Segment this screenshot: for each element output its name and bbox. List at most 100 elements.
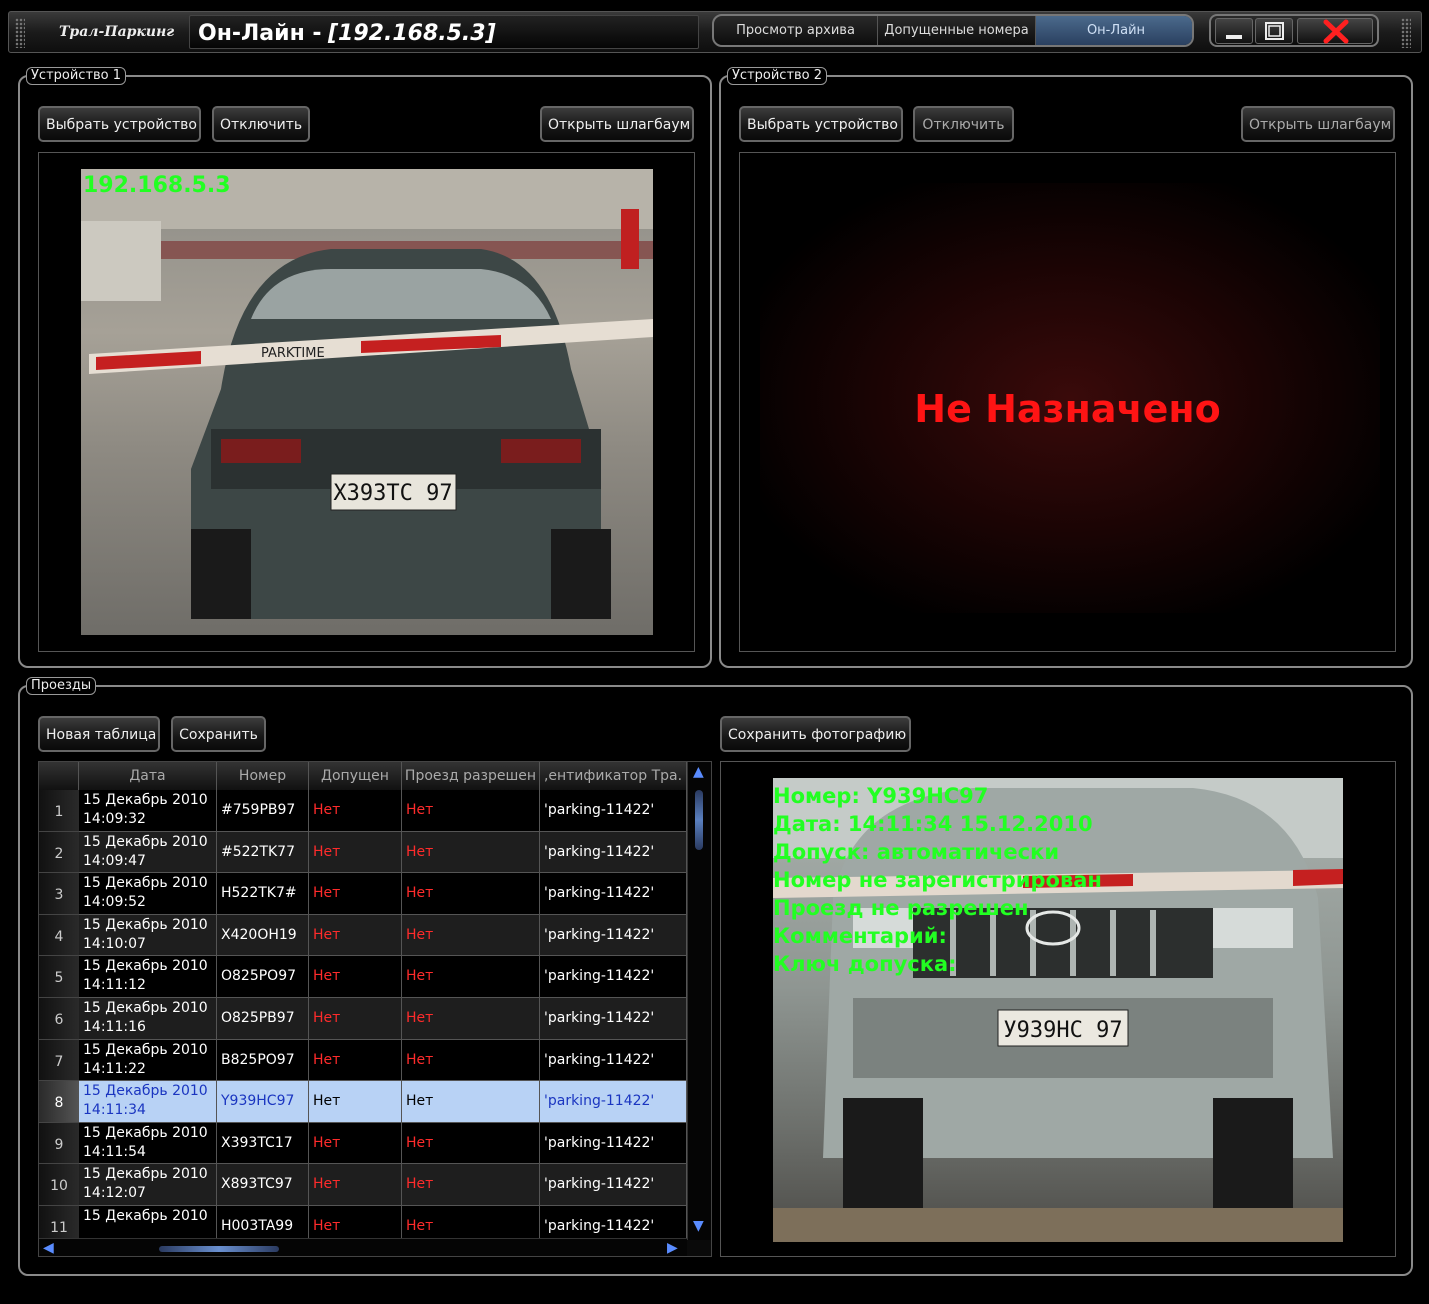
cell-allowed[interactable]: Нет: [309, 998, 402, 1040]
table-row[interactable]: 9 15 Декабрь 2010 14:11:54 X393TC17 Нет Нет'p…: [39, 1122, 687, 1165]
column-header-date[interactable]: Дата: [79, 762, 217, 790]
cell-identifier[interactable]: 'parking-11422': [540, 1164, 687, 1206]
row-number[interactable]: 7: [39, 1039, 79, 1082]
cell-date[interactable]: 15 Декабрь 2010 14:11:16: [79, 998, 217, 1040]
cell-pass-allowed[interactable]: Нет: [402, 956, 540, 998]
cell-identifier[interactable]: 'parking-11422': [540, 831, 687, 874]
drag-grip-icon[interactable]: [15, 18, 25, 48]
close-button[interactable]: [1297, 18, 1373, 44]
device2-disconnect-button[interactable]: Отключить: [913, 106, 1014, 142]
row-number[interactable]: 5: [39, 956, 79, 998]
cell-allowed[interactable]: Нет: [309, 956, 402, 998]
table-row[interactable]: 3 15 Декабрь 2010 14:09:52 H522TK7# Нет Нет'p…: [39, 873, 687, 915]
save-photo-button[interactable]: Сохранить фотографию: [720, 716, 911, 752]
cell-allowed[interactable]: Нет: [309, 873, 402, 915]
cell-plate[interactable]: X893TC97: [217, 1164, 309, 1206]
row-number[interactable]: 8: [39, 1081, 79, 1123]
row-number[interactable]: 4: [39, 914, 79, 957]
cell-identifier[interactable]: 'parking-11422': [540, 1122, 687, 1165]
new-table-button[interactable]: Новая таблица: [38, 716, 160, 752]
minimize-button[interactable]: [1215, 18, 1253, 44]
nav-allowed-plates[interactable]: Допущенные номера: [878, 16, 1036, 45]
column-header-pass-allowed[interactable]: Проезд разрешен: [402, 762, 540, 790]
scroll-up-icon[interactable]: ▲: [693, 764, 704, 780]
nav-archive[interactable]: Просмотр архива: [714, 16, 878, 45]
cell-plate[interactable]: Y939HC97: [217, 1081, 309, 1123]
device1-disconnect-button[interactable]: Отключить: [212, 106, 310, 142]
scroll-right-icon[interactable]: ▶: [667, 1240, 678, 1256]
row-number[interactable]: 9: [39, 1122, 79, 1165]
cell-date[interactable]: 15 Декабрь 2010 14:11:54: [79, 1122, 217, 1165]
row-number[interactable]: 6: [39, 998, 79, 1040]
cell-pass-allowed[interactable]: Нет: [402, 1039, 540, 1082]
table-row[interactable]: 4 15 Декабрь 2010 14:10:07 X420OH19 Нет Нет'p…: [39, 914, 687, 957]
cell-identifier[interactable]: 'parking-11422': [540, 956, 687, 998]
cell-date[interactable]: 15 Декабрь 2010 14:11:22: [79, 1039, 217, 1082]
table-row[interactable]: 6 15 Декабрь 2010 14:11:16 O825PB97 Нет Нет'p…: [39, 998, 687, 1040]
device1-select-button[interactable]: Выбрать устройство: [38, 106, 201, 142]
cell-allowed[interactable]: Нет: [309, 831, 402, 874]
table-row[interactable]: 10 15 Декабрь 2010 14:12:07 X893TC97 Нет Нет '…: [39, 1164, 687, 1206]
cell-plate[interactable]: #522TK77: [217, 831, 309, 874]
scroll-down-icon[interactable]: ▼: [693, 1218, 704, 1234]
row-number[interactable]: 10: [39, 1164, 79, 1206]
cell-pass-allowed[interactable]: Нет: [402, 1081, 540, 1123]
row-number[interactable]: 1: [39, 790, 79, 832]
column-header-allowed[interactable]: Допущен: [309, 762, 402, 790]
cell-pass-allowed[interactable]: Нет: [402, 873, 540, 915]
cell-pass-allowed[interactable]: Нет: [402, 1122, 540, 1165]
cell-date[interactable]: 15 Декабрь 2010 14:11:34: [79, 1081, 217, 1123]
cell-date[interactable]: 15 Декабрь 2010 14:12:07: [79, 1164, 217, 1206]
cell-pass-allowed[interactable]: Нет: [402, 790, 540, 832]
column-header-plate[interactable]: Номер: [217, 762, 309, 790]
device1-open-barrier-button[interactable]: Открыть шлагбаум: [540, 106, 694, 142]
cell-date[interactable]: 15 Декабрь 2010 14:09:52: [79, 873, 217, 915]
cell-identifier[interactable]: 'parking-11422': [540, 1039, 687, 1082]
cell-plate[interactable]: X393TC17: [217, 1122, 309, 1165]
cell-identifier[interactable]: 'parking-11422': [540, 873, 687, 915]
cell-pass-allowed[interactable]: Нет: [402, 998, 540, 1040]
drag-grip-icon[interactable]: [1401, 18, 1411, 48]
save-button[interactable]: Сохранить: [171, 716, 266, 752]
cell-allowed[interactable]: Нет: [309, 1081, 402, 1123]
cell-date[interactable]: 15 Декабрь 2010 14:11:12: [79, 956, 217, 998]
cell-pass-allowed[interactable]: Нет: [402, 831, 540, 874]
table-row[interactable]: 8 15 Декабрь 2010 14:11:34 Y939HC97 Нет Нет'p…: [39, 1081, 687, 1123]
row-number[interactable]: 2: [39, 831, 79, 874]
cell-plate[interactable]: #759PB97: [217, 790, 309, 832]
cell-identifier[interactable]: 'parking-11422': [540, 1081, 687, 1123]
cell-allowed[interactable]: Нет: [309, 1122, 402, 1165]
cell-date[interactable]: 15 Декабрь 2010 14:09:32: [79, 790, 217, 832]
nav-online[interactable]: Он-Лайн: [1036, 16, 1192, 45]
horizontal-scrollbar[interactable]: ◀ ▶: [39, 1238, 687, 1256]
cell-pass-allowed[interactable]: Нет: [402, 914, 540, 957]
cell-allowed[interactable]: Нет: [309, 790, 402, 832]
table-row[interactable]: 1 15 Декабрь 2010 14:09:32 #759PB97 Нет Нет'p…: [39, 790, 687, 832]
cell-plate[interactable]: O825PO97: [217, 956, 309, 998]
device2-open-barrier-button[interactable]: Открыть шлагбаум: [1241, 106, 1395, 142]
cell-allowed[interactable]: Нет: [309, 1164, 402, 1206]
cell-allowed[interactable]: Нет: [309, 1039, 402, 1082]
cell-pass-allowed[interactable]: Нет: [402, 1164, 540, 1206]
vertical-scroll-thumb[interactable]: [695, 790, 703, 850]
cell-plate[interactable]: X420OH19: [217, 914, 309, 957]
table-row[interactable]: 5 15 Декабрь 2010 14:11:12 O825PO97 Нет Нет'p…: [39, 956, 687, 998]
horizontal-scroll-thumb[interactable]: [159, 1246, 279, 1252]
cell-date[interactable]: 15 Декабрь 2010 14:09:47: [79, 831, 217, 874]
column-header-identifier[interactable]: ,ентификатор Тра.: [540, 762, 687, 790]
cell-plate[interactable]: B825PO97: [217, 1039, 309, 1082]
maximize-button[interactable]: [1255, 18, 1293, 44]
cell-identifier[interactable]: 'parking-11422': [540, 790, 687, 832]
cell-allowed[interactable]: Нет: [309, 914, 402, 957]
table-row[interactable]: 7 15 Декабрь 2010 14:11:22 B825PO97 Нет Нет'p…: [39, 1039, 687, 1082]
row-number[interactable]: 3: [39, 873, 79, 915]
vertical-scrollbar[interactable]: ▲ ▼: [687, 762, 711, 1240]
cell-date[interactable]: 15 Декабрь 2010 14:10:07: [79, 914, 217, 957]
device2-select-button[interactable]: Выбрать устройство: [739, 106, 903, 142]
cell-plate[interactable]: H522TK7#: [217, 873, 309, 915]
cell-plate[interactable]: O825PB97: [217, 998, 309, 1040]
table-row[interactable]: 2 15 Декабрь 2010 14:09:47 #522TK77 Нет Нет'p…: [39, 831, 687, 874]
cell-identifier[interactable]: 'parking-11422': [540, 998, 687, 1040]
cell-identifier[interactable]: 'parking-11422': [540, 914, 687, 957]
scroll-left-icon[interactable]: ◀: [43, 1240, 54, 1256]
